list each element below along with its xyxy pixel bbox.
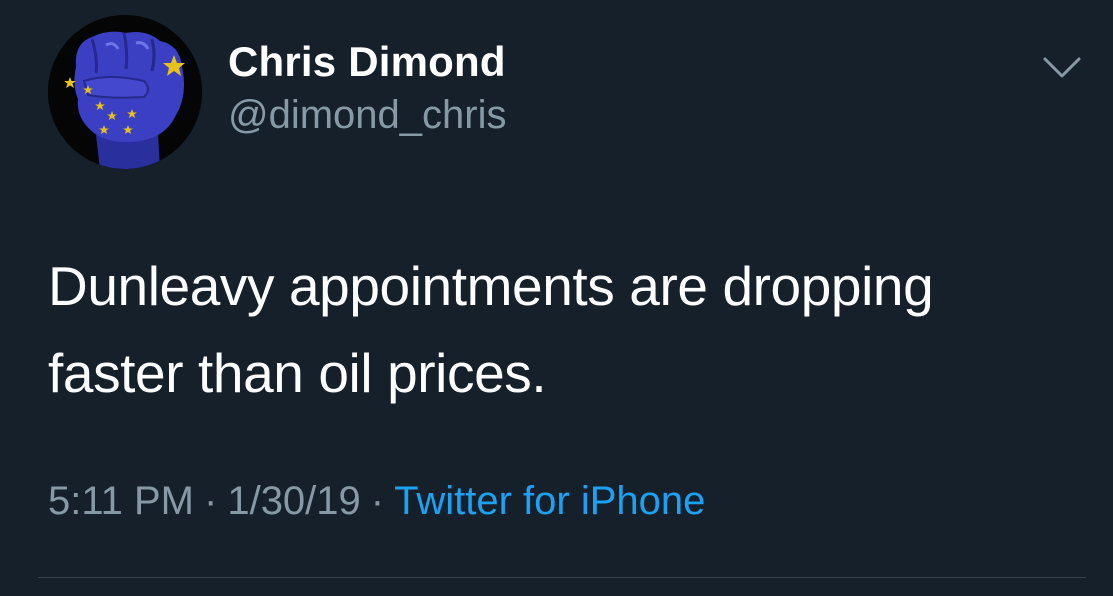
raised-fist-alaska-flag-icon: [48, 15, 202, 169]
author-handle[interactable]: @dimond_chris: [228, 93, 507, 138]
tweet-source-link[interactable]: Twitter for iPhone: [394, 479, 705, 523]
tweet-meta: 5:11 PM · 1/30/19 · Twitter for iPhone: [48, 479, 705, 524]
avatar[interactable]: [48, 15, 202, 169]
tweet-date[interactable]: 1/30/19: [227, 479, 360, 523]
tweet-body-text: Dunleavy appointments are dropping faste…: [48, 255, 934, 404]
author-display-name[interactable]: Chris Dimond: [228, 38, 506, 86]
divider: [38, 577, 1086, 578]
chevron-down-icon: [1043, 57, 1081, 78]
meta-separator: ·: [204, 479, 218, 523]
meta-separator: ·: [370, 479, 385, 523]
tweet-menu-button[interactable]: [1042, 54, 1082, 84]
tweet-time[interactable]: 5:11 PM: [48, 479, 194, 523]
tweet-card: Chris Dimond @dimond_chris Dunleavy appo…: [0, 0, 1113, 596]
